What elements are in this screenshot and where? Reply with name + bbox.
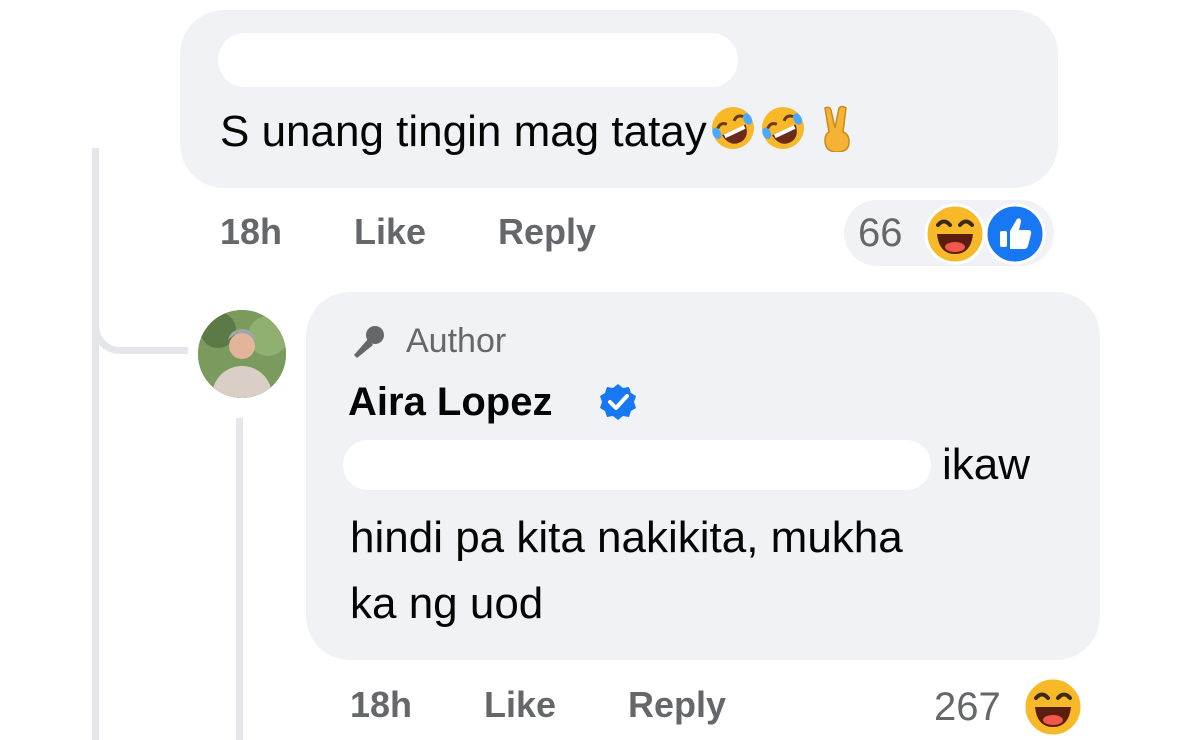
reply-text-line: ka ng uod: [350, 579, 544, 628]
reply-thread-line: [236, 418, 243, 740]
comment-thread: S unang tingin mag tatay 18h Like Reply …: [0, 0, 1200, 740]
haha-reaction-icon: [1022, 676, 1084, 740]
avatar[interactable]: [198, 310, 286, 398]
reply-timestamp[interactable]: 18h: [350, 683, 412, 727]
reply-text-line: hindi pa kita nakikita, mukha: [350, 513, 903, 562]
thread-connector: [92, 270, 188, 354]
author-name[interactable]: Aira Lopez: [348, 378, 552, 426]
comment-text: S unang tingin mag tatay: [220, 104, 857, 166]
reply-button[interactable]: Reply: [628, 683, 726, 727]
like-reaction-icon: [984, 203, 1046, 270]
reaction-count[interactable]: 267: [934, 683, 1001, 731]
verified-badge-icon: [598, 382, 638, 427]
redacted-commenter-name: [218, 33, 738, 87]
haha-reaction-icon: [924, 203, 986, 270]
author-badge-label: Author: [406, 322, 507, 360]
victory-hand-emoji-icon: [817, 104, 857, 166]
like-button[interactable]: Like: [354, 210, 426, 254]
reply-button[interactable]: Reply: [498, 210, 596, 254]
comment-timestamp[interactable]: 18h: [220, 210, 282, 254]
rofl-emoji-icon: [759, 104, 807, 166]
reply-text-line: ikaw: [942, 440, 1031, 489]
redacted-mention: [343, 440, 931, 490]
comment-body: S unang tingin mag tatay: [220, 107, 707, 156]
microphone-icon: [348, 324, 386, 374]
rofl-emoji-icon: [709, 104, 757, 166]
thread-line: [92, 148, 99, 740]
reaction-count[interactable]: 66: [858, 209, 903, 257]
like-button[interactable]: Like: [484, 683, 556, 727]
